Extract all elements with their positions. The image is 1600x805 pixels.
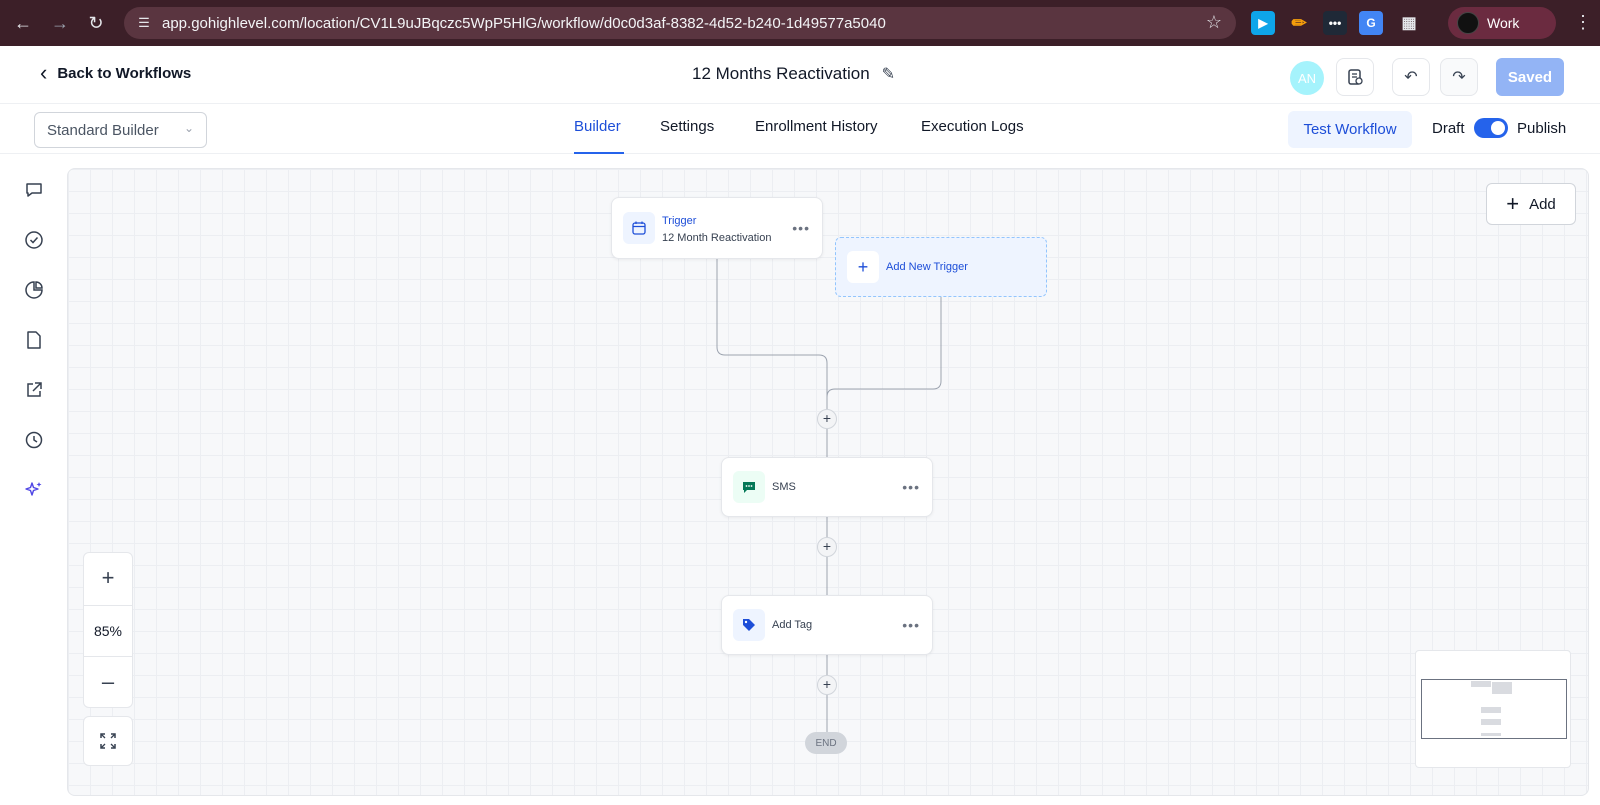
expand-icon bbox=[100, 733, 116, 749]
add-step-button[interactable]: + bbox=[817, 675, 837, 695]
add-step-button[interactable]: + bbox=[817, 409, 837, 429]
draft-label: Draft bbox=[1432, 120, 1465, 137]
end-marker: END bbox=[805, 732, 847, 754]
pie-chart-icon[interactable] bbox=[22, 278, 46, 302]
workflow-header: ‹ Back to Workflows 12 Months Reactivati… bbox=[0, 46, 1600, 104]
test-workflow-button[interactable]: Test Workflow bbox=[1288, 111, 1412, 148]
extension-play-icon[interactable]: ▶ bbox=[1251, 11, 1275, 35]
redo-icon: ↷ bbox=[1452, 69, 1466, 86]
site-settings-icon[interactable]: ☰ bbox=[134, 13, 154, 33]
notes-button[interactable] bbox=[1336, 58, 1374, 96]
redo-button[interactable]: ↷ bbox=[1440, 58, 1478, 96]
add-tag-action-label: Add Tag bbox=[772, 619, 813, 631]
trigger-node[interactable]: Trigger 12 Month Reactivation ••• bbox=[611, 197, 823, 259]
plus-icon: + bbox=[847, 251, 879, 283]
edit-pencil-icon[interactable]: ✎ bbox=[882, 64, 895, 84]
toggle-knob bbox=[1491, 121, 1505, 135]
browser-toolbar: ← → ↻ ☰ app.gohighlevel.com/location/CV1… bbox=[0, 0, 1600, 46]
undo-icon: ↶ bbox=[1404, 69, 1418, 86]
tab-settings[interactable]: Settings bbox=[660, 118, 714, 135]
more-options-icon[interactable]: ••• bbox=[792, 220, 810, 236]
zoom-controls: + 85% – bbox=[83, 552, 133, 708]
zoom-level: 85% bbox=[84, 605, 132, 657]
chat-icon[interactable] bbox=[22, 178, 46, 202]
add-button[interactable]: + Add bbox=[1486, 183, 1576, 225]
active-tab-indicator bbox=[574, 152, 624, 154]
extensions-puzzle-icon[interactable]: ▦ bbox=[1397, 11, 1421, 35]
trigger-subtitle: 12 Month Reactivation bbox=[662, 232, 772, 244]
profile-avatar bbox=[1457, 12, 1479, 34]
chevron-left-icon: ‹ bbox=[40, 60, 48, 85]
workflow-title: 12 Months Reactivation ✎ bbox=[692, 64, 895, 84]
add-step-button[interactable]: + bbox=[817, 537, 837, 557]
minimap-viewport[interactable] bbox=[1421, 679, 1567, 739]
builder-select-value: Standard Builder bbox=[47, 121, 159, 139]
publish-label: Publish bbox=[1517, 120, 1567, 137]
undo-button[interactable]: ↶ bbox=[1392, 58, 1430, 96]
zoom-in-button[interactable]: + bbox=[84, 553, 132, 603]
sms-action-label: SMS bbox=[772, 481, 796, 493]
address-bar[interactable]: ☰ app.gohighlevel.com/location/CV1L9uJBq… bbox=[124, 7, 1236, 39]
back-label: Back to Workflows bbox=[57, 64, 192, 82]
trigger-title: Trigger bbox=[662, 215, 697, 227]
history-icon[interactable] bbox=[22, 428, 46, 452]
workflow-tabbar: Standard Builder ⌄ Builder Settings Enro… bbox=[0, 104, 1600, 154]
fit-view-button[interactable] bbox=[83, 716, 133, 766]
workflow-canvas[interactable]: + Add Trigger 12 Month Reactivation ••• … bbox=[67, 168, 1589, 796]
browser-menu-icon[interactable]: ⋮ bbox=[1574, 12, 1592, 32]
reload-icon[interactable]: ↻ bbox=[83, 10, 109, 36]
zoom-out-button[interactable]: – bbox=[84, 657, 132, 707]
calendar-icon bbox=[623, 212, 655, 244]
sms-action-node[interactable]: SMS ••• bbox=[721, 457, 933, 517]
profile-button[interactable]: Work bbox=[1448, 7, 1556, 39]
tab-execution-logs[interactable]: Execution Logs bbox=[921, 118, 1024, 135]
add-label: Add bbox=[1529, 195, 1556, 213]
more-options-icon[interactable]: ••• bbox=[902, 617, 920, 633]
workflow-title-text: 12 Months Reactivation bbox=[692, 64, 870, 83]
back-to-workflows-link[interactable]: ‹ Back to Workflows bbox=[40, 60, 192, 85]
document-icon[interactable] bbox=[22, 328, 46, 352]
tab-builder[interactable]: Builder bbox=[574, 118, 621, 135]
plus-icon: + bbox=[1506, 191, 1520, 216]
forward-arrow-icon[interactable]: → bbox=[47, 10, 73, 36]
add-new-trigger-button[interactable]: + Add New Trigger bbox=[835, 237, 1047, 297]
url-text: app.gohighlevel.com/location/CV1L9uJBqcz… bbox=[162, 14, 886, 32]
clipboard-icon bbox=[1348, 69, 1363, 85]
tab-enrollment-history[interactable]: Enrollment History bbox=[755, 118, 878, 135]
profile-label: Work bbox=[1487, 15, 1520, 31]
more-options-icon[interactable]: ••• bbox=[902, 479, 920, 495]
extension-translate-icon[interactable]: G bbox=[1359, 11, 1383, 35]
sms-icon bbox=[733, 471, 765, 503]
add-trigger-label: Add New Trigger bbox=[886, 261, 968, 273]
extension-dots-icon[interactable]: ••• bbox=[1323, 11, 1347, 35]
chevron-down-icon: ⌄ bbox=[183, 121, 194, 135]
add-tag-action-node[interactable]: Add Tag ••• bbox=[721, 595, 933, 655]
sparkles-icon[interactable] bbox=[22, 478, 46, 502]
builder-type-select[interactable]: Standard Builder ⌄ bbox=[34, 112, 207, 148]
external-link-icon[interactable] bbox=[22, 378, 46, 402]
avatar[interactable]: AN bbox=[1290, 61, 1324, 95]
extension-pencil-icon[interactable]: ✏ bbox=[1287, 11, 1311, 35]
minimap[interactable] bbox=[1415, 650, 1571, 768]
back-arrow-icon[interactable]: ← bbox=[10, 10, 36, 36]
saved-button[interactable]: Saved bbox=[1496, 58, 1564, 96]
tag-icon bbox=[733, 609, 765, 641]
check-circle-icon[interactable] bbox=[22, 228, 46, 252]
bookmark-star-icon[interactable]: ☆ bbox=[1206, 12, 1222, 33]
publish-toggle[interactable] bbox=[1474, 118, 1508, 138]
